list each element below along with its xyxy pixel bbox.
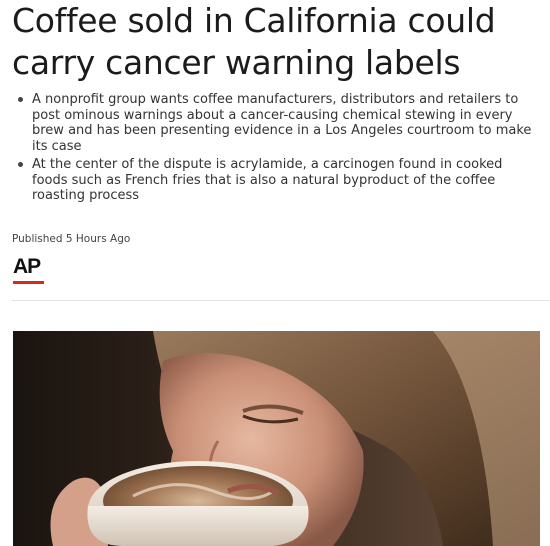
summary-bullet-text: At the center of the dispute is acrylami… — [32, 157, 503, 203]
divider — [12, 300, 550, 301]
published-time: Published 5 Hours Ago — [12, 233, 131, 245]
article-page: Coffee sold in California could carry ca… — [0, 0, 550, 546]
summary-bullet: A nonprofit group wants coffee manufactu… — [18, 92, 538, 154]
ap-logo-underline — [13, 281, 44, 284]
summary-bullet: At the center of the dispute is acrylami… — [18, 157, 538, 204]
bullet-dot-icon — [18, 162, 23, 167]
article-summary-list: A nonprofit group wants coffee manufactu… — [18, 92, 538, 207]
bullet-dot-icon — [18, 97, 23, 102]
ap-logo[interactable]: AP — [13, 256, 41, 278]
article-photo[interactable] — [13, 331, 540, 546]
woman-drinking-coffee-photo-icon — [13, 331, 540, 546]
summary-bullet-text: A nonprofit group wants coffee manufactu… — [32, 92, 532, 154]
article-headline: Coffee sold in California could carry ca… — [12, 1, 496, 82]
